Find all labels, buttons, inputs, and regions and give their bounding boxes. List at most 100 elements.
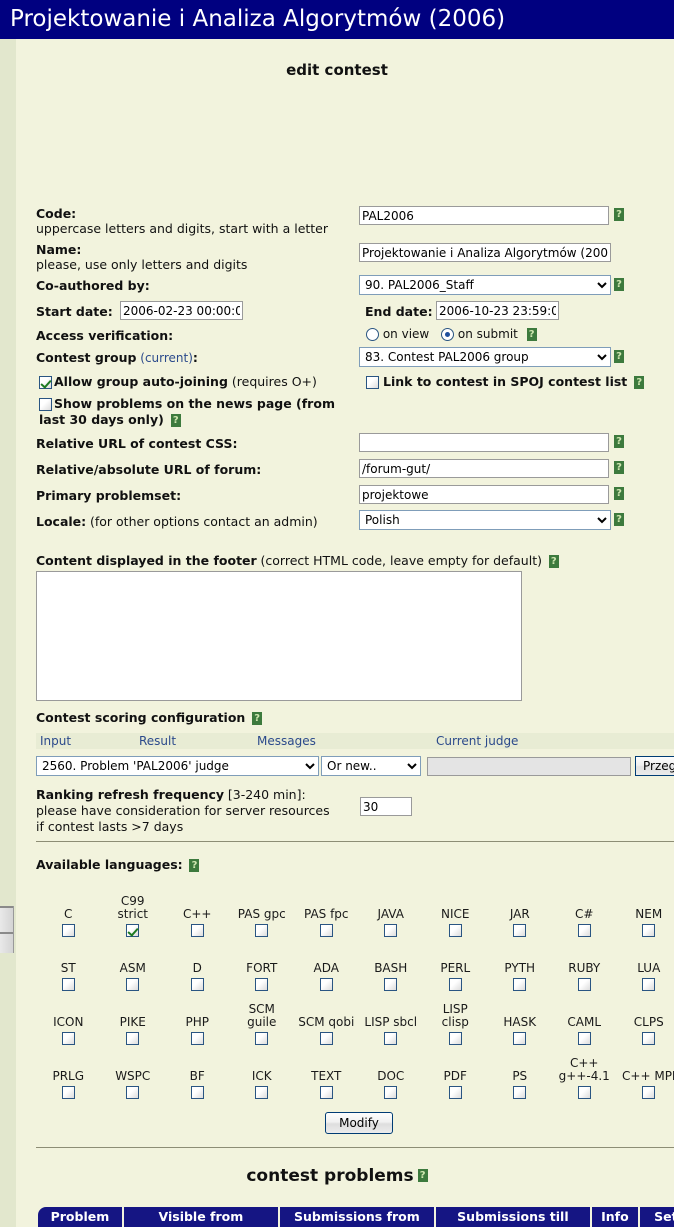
help-icon-css-url[interactable]: ? [614,435,624,448]
language-checkbox[interactable] [126,1032,140,1045]
contest-group-current-link[interactable]: (current) [140,351,193,365]
language-checkbox[interactable] [513,1032,527,1045]
show-problems-news-label2: last 30 days only) [39,412,164,427]
language-checkbox[interactable] [255,924,269,937]
problemset-input[interactable] [359,485,609,504]
language-checkbox[interactable] [513,924,527,937]
language-checkbox[interactable] [255,1086,269,1099]
language-checkbox[interactable] [61,924,75,937]
language-checkbox[interactable] [190,924,204,937]
scoring-columns: Input Result Messages Current judge [36,733,674,749]
language-checkbox-cell [101,1086,166,1107]
column-header-submissions-till: Submissions till [435,1207,590,1227]
language-label: ST [60,961,76,975]
language-checkbox[interactable] [448,978,462,991]
language-label: TEXT [311,1069,342,1083]
radio-on-submit[interactable] [441,328,455,341]
locale-select[interactable]: Polish [359,510,611,530]
show-problems-news-checkbox[interactable] [39,398,52,411]
language-name-row: ICON PIKE PHP SCM guile SCM qobi LISP sbcl LISP… [36,999,674,1032]
footer-content-textarea[interactable] [36,571,522,701]
radio-on-view[interactable] [366,328,379,341]
help-icon-code[interactable]: ? [614,208,624,221]
allow-auto-join-checkbox[interactable] [39,376,52,389]
language-checkbox[interactable] [577,924,591,937]
language-label: SCM qobi [298,1015,355,1029]
help-icon-scoring[interactable]: ? [252,712,263,725]
language-checkbox[interactable] [384,978,398,991]
language-checkbox[interactable] [61,1086,75,1099]
language-checkbox[interactable] [190,1086,204,1099]
language-checkbox[interactable] [642,924,656,937]
language-checkbox[interactable] [190,978,204,991]
help-icon-footer-content[interactable]: ? [548,555,559,568]
help-icon-show-problems-news[interactable]: ? [170,414,181,427]
language-checkbox-cell [552,978,617,999]
language-checkbox[interactable] [126,924,140,937]
or-new-select[interactable]: Or new.. [321,756,421,776]
help-icon-problemset[interactable]: ? [614,487,624,500]
language-checkbox[interactable] [319,1086,333,1099]
judge-select[interactable]: 2560. Problem 'PAL2006' judge [36,756,319,776]
browse-button[interactable]: Przeglą [635,756,674,776]
language-name-row: ST ASM D FORT ADA BASH PERL PYTH RUBY LUA [36,945,674,978]
contest-group-select[interactable]: 83. Contest PAL2006 group [359,347,611,367]
forum-url-input[interactable] [359,459,609,478]
language-checkbox[interactable] [642,978,656,991]
language-checkbox[interactable] [577,1032,591,1045]
help-icon-languages[interactable]: ? [189,859,200,872]
language-checkbox[interactable] [384,1086,398,1099]
language-checkbox[interactable] [384,924,398,937]
language-checkbox[interactable] [448,1032,462,1045]
help-icon-contest-problems[interactable]: ? [417,1169,428,1182]
language-checkbox-cell [294,1032,359,1053]
language-checkbox[interactable] [448,1086,462,1099]
language-checkbox[interactable] [255,978,269,991]
language-label: LISP sbcl [364,1015,418,1029]
footer-content-note: (correct HTML code, leave empty for defa… [260,553,542,568]
allow-auto-join-row: Allow group auto-joining (requires O+) [39,374,317,389]
help-icon-access-verification[interactable]: ? [526,328,537,341]
language-checkbox[interactable] [642,1086,656,1099]
language-checkbox[interactable] [642,1032,656,1045]
language-checkbox[interactable] [126,1086,140,1099]
name-input[interactable] [359,243,611,262]
coauthored-label: Co-authored by: [36,278,150,293]
language-checkbox[interactable] [384,1032,398,1045]
problemset-label: Primary problemset: [36,488,182,503]
help-icon-locale[interactable]: ? [614,513,624,526]
code-input[interactable] [359,206,609,225]
language-checkbox[interactable] [577,978,591,991]
help-icon-coauthored[interactable]: ? [614,278,624,291]
language-checkbox[interactable] [190,1032,204,1045]
language-checkbox-cell [423,978,488,999]
language-checkbox[interactable] [255,1032,269,1045]
link-spoj-checkbox[interactable] [366,376,379,389]
language-checkbox[interactable] [61,978,75,991]
scoring-col-current-judge: Current judge [436,734,519,748]
current-judge-input[interactable] [427,757,631,776]
help-icon-forum-url[interactable]: ? [614,461,624,474]
language-checkbox[interactable] [577,1086,591,1099]
language-checkbox[interactable] [513,1086,527,1099]
language-checkbox[interactable] [448,924,462,937]
coauthored-select[interactable]: 90. PAL2006_Staff [359,275,611,295]
language-checkbox[interactable] [126,978,140,991]
language-checkbox[interactable] [319,924,333,937]
ranking-refresh-input[interactable] [360,797,412,816]
column-header-visible-from: Visible from [123,1207,278,1227]
help-icon-contest-group[interactable]: ? [614,350,624,363]
start-date-input[interactable] [120,301,243,320]
language-checkbox[interactable] [513,978,527,991]
language-checkbox-cell [230,978,295,999]
language-checkbox[interactable] [319,1032,333,1045]
language-checkbox[interactable] [61,1032,75,1045]
css-url-input[interactable] [359,433,609,452]
inner-frame-scrollbar[interactable] [0,906,14,953]
end-date-input[interactable] [436,301,559,320]
modify-button[interactable]: Modify [325,1112,393,1134]
help-icon-link-spoj[interactable]: ? [634,376,645,389]
access-verification-options: on view on submit ? [366,327,537,341]
language-label: C99 strict [117,894,149,921]
language-checkbox[interactable] [319,978,333,991]
